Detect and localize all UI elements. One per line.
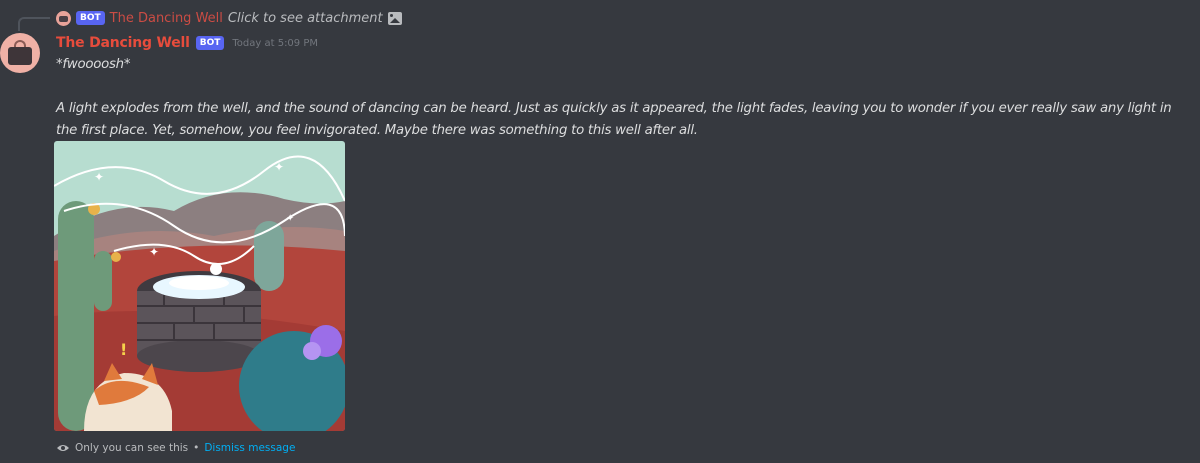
reply-spine	[18, 17, 50, 31]
avatar-well	[8, 47, 32, 65]
avatar[interactable]	[0, 33, 40, 73]
dismiss-message-link[interactable]: Dismiss message	[204, 442, 295, 454]
reply-author[interactable]: The Dancing Well	[110, 11, 223, 26]
separator: •	[193, 442, 200, 454]
message-line-1: *fwoooosh*	[56, 57, 131, 72]
svg-text:✦: ✦	[286, 213, 294, 224]
svg-text:✦: ✦	[149, 245, 159, 259]
svg-text:✦: ✦	[94, 170, 104, 184]
ephemeral-notice: Only you can see this • Dismiss message	[56, 440, 295, 456]
ephemeral-text: Only you can see this	[75, 442, 189, 454]
message-paragraph: A light explodes from the well, and the …	[56, 101, 1172, 138]
bot-tag: BOT	[195, 36, 225, 50]
reply-reference[interactable]: BOT The Dancing Well Click to see attach…	[56, 9, 402, 27]
svg-text:!: !	[120, 340, 127, 359]
eye-icon	[57, 445, 69, 451]
reply-avatar[interactable]	[56, 10, 71, 26]
image-icon	[387, 11, 402, 25]
timestamp[interactable]: Today at 5:09 PM	[232, 38, 318, 49]
message-header: The Dancing Well BOT Today at 5:09 PM	[56, 33, 318, 53]
reply-bot-tag: BOT	[76, 11, 105, 25]
message-content: *fwoooosh* A light explodes from the wel…	[56, 54, 1196, 142]
chat-message: BOT The Dancing Well Click to see attach…	[0, 0, 1200, 463]
reply-text[interactable]: Click to see attachment	[228, 11, 383, 26]
well-illustration: ✦ ✦ ✦ ✦ !	[54, 141, 345, 431]
svg-text:✦: ✦	[274, 160, 284, 174]
image-attachment[interactable]: ✦ ✦ ✦ ✦ !	[54, 141, 345, 431]
author-name[interactable]: The Dancing Well	[56, 35, 190, 51]
